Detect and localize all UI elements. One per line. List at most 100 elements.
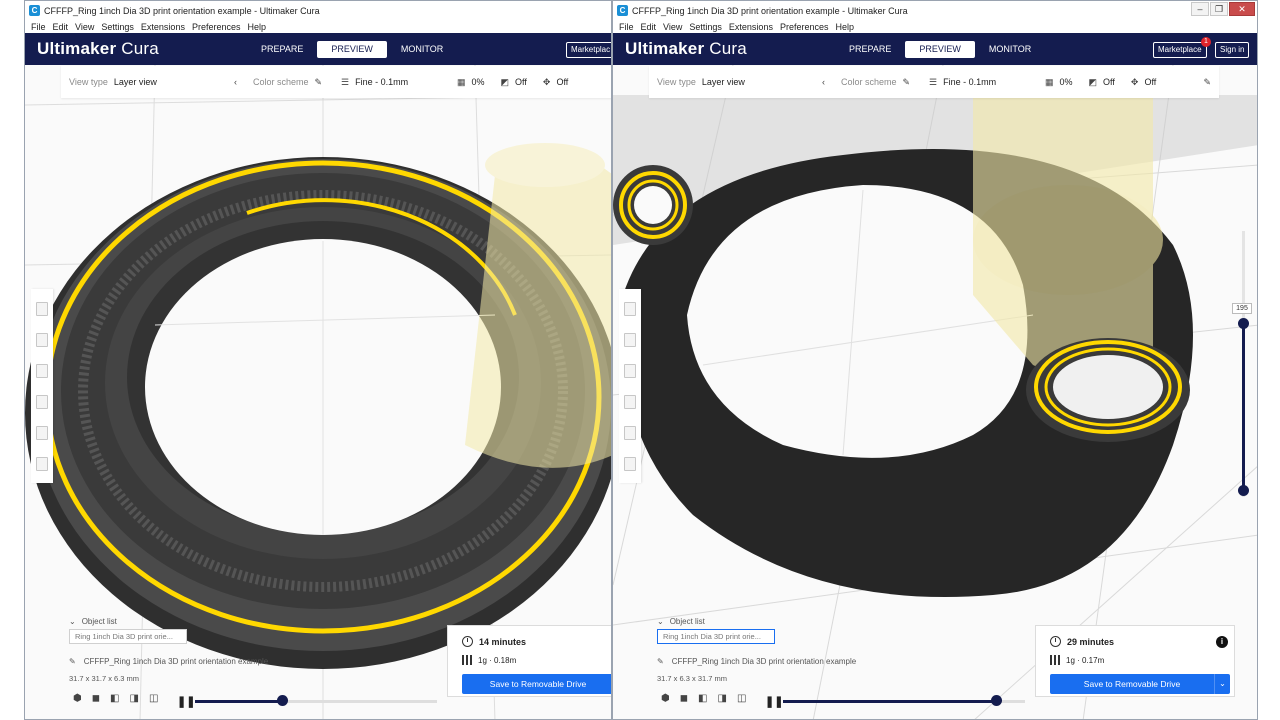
- view-type-selector[interactable]: View type Layer view ‹: [649, 66, 833, 98]
- 3d-view-icon[interactable]: ⬢: [73, 693, 82, 704]
- print-profile-selector[interactable]: ☰ Fine - 0.1mm: [921, 66, 1037, 98]
- layer-slider-upper-handle[interactable]: [1238, 318, 1249, 329]
- print-profile-selector[interactable]: ☰ Fine - 0.1mm: [333, 66, 449, 98]
- support-setting[interactable]: ◩ Off: [493, 66, 535, 98]
- menu-edit[interactable]: Edit: [53, 22, 69, 32]
- stage-preview[interactable]: PREVIEW: [905, 41, 975, 58]
- rotate-tool-icon[interactable]: [36, 363, 48, 378]
- settings-edit-button[interactable]: ✎: [1195, 66, 1219, 98]
- simulation-handle[interactable]: [277, 695, 289, 706]
- marketplace-button[interactable]: Marketplace: [1153, 42, 1207, 58]
- support-blocker-icon[interactable]: [36, 456, 48, 471]
- file-info: ✎ CFFFP_Ring 1inch Dia 3D print orientat…: [69, 657, 268, 666]
- front-view-icon[interactable]: ◼: [92, 693, 100, 704]
- rotate-tool-icon[interactable]: [624, 363, 636, 378]
- material-usage: 1g · 0.18m: [462, 655, 516, 665]
- menu-file[interactable]: File: [619, 22, 634, 32]
- support-blocker-icon[interactable]: [624, 456, 636, 471]
- adhesion-setting[interactable]: ✥ Off: [535, 66, 576, 98]
- menu-preferences[interactable]: Preferences: [192, 22, 241, 32]
- menu-edit[interactable]: Edit: [641, 22, 657, 32]
- object-list-item[interactable]: Ring 1inch Dia 3D print orie...: [69, 629, 187, 644]
- mirror-tool-icon[interactable]: [36, 394, 48, 409]
- right-view-icon[interactable]: ◫: [149, 693, 158, 704]
- stage-menu: PREPARE PREVIEW MONITOR: [247, 41, 457, 58]
- front-view-icon[interactable]: ◼: [680, 693, 688, 704]
- tool-panel: [31, 289, 53, 483]
- 3d-view-icon[interactable]: ⬢: [661, 693, 670, 704]
- stage-prepare[interactable]: PREPARE: [835, 41, 905, 58]
- print-info-panel: 29 minutes i 1g · 0.17m Save to Removabl…: [1035, 625, 1235, 697]
- marketplace-button[interactable]: Marketplac: [566, 42, 611, 58]
- menu-settings[interactable]: Settings: [101, 22, 134, 32]
- close-icon[interactable]: ✕: [1229, 2, 1255, 16]
- menu-bar: File Edit View Settings Extensions Prefe…: [613, 20, 1257, 33]
- title-bar[interactable]: C CFFFP_Ring 1inch Dia 3D print orientat…: [25, 1, 611, 20]
- infill-setting[interactable]: ▦ 0%: [1037, 66, 1081, 98]
- menu-view[interactable]: View: [663, 22, 682, 32]
- menu-view[interactable]: View: [75, 22, 94, 32]
- pencil-icon: ✎: [314, 76, 323, 87]
- title-bar[interactable]: C CFFFP_Ring 1inch Dia 3D print orientat…: [613, 1, 1257, 20]
- stage-monitor[interactable]: MONITOR: [975, 41, 1045, 58]
- maximize-icon[interactable]: ❐: [1210, 2, 1228, 16]
- left-view-icon[interactable]: ◨: [718, 693, 727, 704]
- mirror-tool-icon[interactable]: [624, 394, 636, 409]
- view-type-selector[interactable]: View type Layer view ‹: [61, 66, 245, 98]
- support-setting[interactable]: ◩ Off: [1081, 66, 1123, 98]
- save-to-removable-drive-button[interactable]: Save to Removable Drive: [462, 674, 611, 694]
- app-header: Ultimaker Cura PREPARE PREVIEW MONITOR M…: [25, 33, 611, 65]
- cura-app-icon: C: [617, 5, 628, 16]
- left-view-icon[interactable]: ◨: [130, 693, 139, 704]
- per-model-settings-icon[interactable]: [624, 425, 636, 440]
- info-icon[interactable]: i: [1216, 636, 1228, 648]
- menu-help[interactable]: Help: [835, 22, 854, 32]
- simulation-progress: [195, 700, 283, 703]
- infill-icon: ▦: [457, 76, 466, 87]
- move-tool-icon[interactable]: [624, 301, 636, 316]
- stage-monitor[interactable]: MONITOR: [387, 41, 457, 58]
- color-scheme-button[interactable]: Color scheme ✎: [833, 66, 921, 98]
- move-tool-icon[interactable]: [36, 301, 48, 316]
- print-time: 29 minutes: [1050, 636, 1114, 647]
- top-view-icon[interactable]: ◧: [698, 693, 707, 704]
- layer-slider[interactable]: 195: [1232, 231, 1252, 497]
- chevron-down-icon[interactable]: ⌄: [1214, 674, 1230, 694]
- adhesion-setting[interactable]: ✥ Off: [1123, 66, 1164, 98]
- pencil-icon[interactable]: ✎: [69, 657, 76, 666]
- app-header: Ultimaker Cura PREPARE PREVIEW MONITOR M…: [613, 33, 1257, 65]
- right-view-icon[interactable]: ◫: [737, 693, 746, 704]
- chevron-down-icon: ⌄: [69, 617, 76, 626]
- stage-prepare[interactable]: PREPARE: [247, 41, 317, 58]
- object-list: ⌄ Object list Ring 1inch Dia 3D print or…: [69, 617, 187, 644]
- pencil-icon: ✎: [902, 76, 911, 87]
- menu-help[interactable]: Help: [247, 22, 266, 32]
- scale-tool-icon[interactable]: [36, 332, 48, 347]
- simulation-handle[interactable]: [990, 695, 1002, 706]
- chevron-left-icon: ‹: [822, 77, 825, 87]
- per-model-settings-icon[interactable]: [36, 425, 48, 440]
- layer-number[interactable]: 195: [1232, 303, 1252, 314]
- top-view-icon[interactable]: ◧: [110, 693, 119, 704]
- stage-preview[interactable]: PREVIEW: [317, 41, 387, 58]
- layer-slider-lower-handle[interactable]: [1238, 485, 1249, 496]
- infill-setting[interactable]: ▦ 0%: [449, 66, 493, 98]
- pause-icon[interactable]: ❚❚: [765, 695, 783, 708]
- menu-extensions[interactable]: Extensions: [729, 22, 773, 32]
- object-list-item[interactable]: Ring 1inch Dia 3D print orie...: [657, 629, 775, 644]
- pencil-icon[interactable]: ✎: [657, 657, 664, 666]
- pause-icon[interactable]: ❚❚: [177, 695, 195, 708]
- minimize-icon[interactable]: –: [1191, 2, 1209, 16]
- view-toolbar: View type Layer view ‹ Color scheme ✎ ☰ …: [61, 66, 611, 98]
- save-to-removable-drive-button[interactable]: Save to Removable Drive: [1050, 674, 1214, 694]
- menu-file[interactable]: File: [31, 22, 46, 32]
- sign-in-button[interactable]: Sign in: [1215, 42, 1250, 58]
- menu-preferences[interactable]: Preferences: [780, 22, 829, 32]
- color-scheme-button[interactable]: Color scheme ✎: [245, 66, 333, 98]
- object-list-toggle[interactable]: ⌄ Object list: [69, 617, 187, 626]
- menu-extensions[interactable]: Extensions: [141, 22, 185, 32]
- scale-tool-icon[interactable]: [624, 332, 636, 347]
- file-info: ✎ CFFFP_Ring 1inch Dia 3D print orientat…: [657, 657, 856, 666]
- menu-settings[interactable]: Settings: [689, 22, 722, 32]
- object-list-toggle[interactable]: ⌄ Object list: [657, 617, 775, 626]
